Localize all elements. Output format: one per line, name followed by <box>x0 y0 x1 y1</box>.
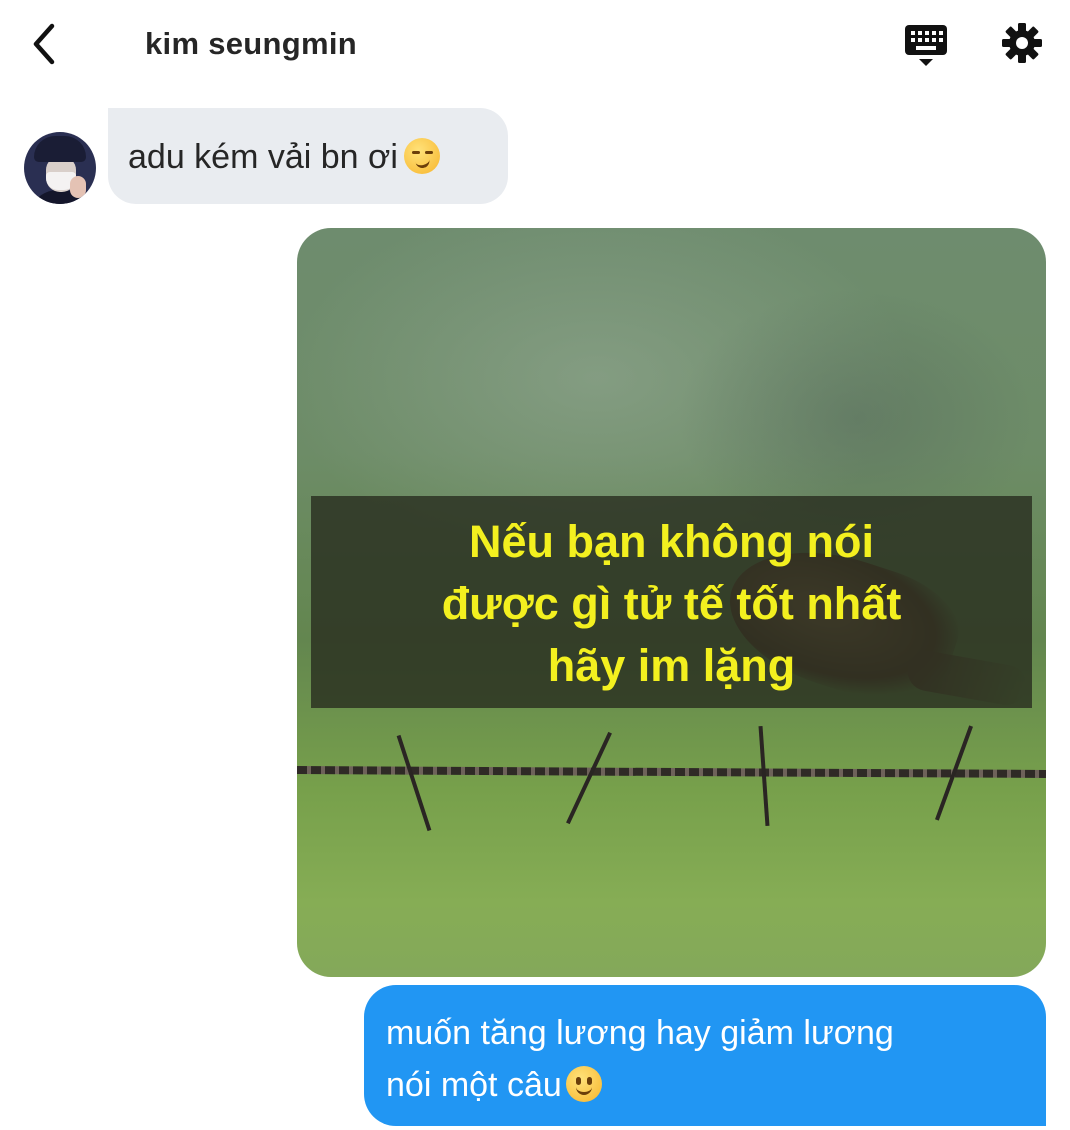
message-line: muốn tăng lương hay giảm lương <box>386 1014 894 1052</box>
chat-screen: kim seungmin adu kém vải bn ơi Nếu bạn k… <box>0 0 1070 1130</box>
caption-line: Nếu bạn không nói <box>469 516 874 567</box>
incoming-message[interactable]: adu kém vải bn ơi <box>108 108 508 204</box>
settings-button[interactable] <box>1000 21 1044 65</box>
chat-header: kim seungmin <box>0 0 1070 88</box>
image-message[interactable]: Nếu bạn không nói được gì tử tế tốt nhất… <box>297 228 1046 977</box>
back-button[interactable] <box>26 20 66 68</box>
chat-title: kim seungmin <box>145 26 358 61</box>
caption-line: hãy im lặng <box>547 640 796 691</box>
gear-icon <box>1002 23 1042 63</box>
smirking-face-emoji <box>403 138 440 174</box>
keyboard-icon <box>905 25 947 66</box>
message-line: nói một câu <box>386 1066 562 1104</box>
message-text: adu kém vải bn ơi <box>128 138 398 176</box>
caption-line: được gì tử tế tốt nhất <box>441 578 902 629</box>
image-caption: Nếu bạn không nói được gì tử tế tốt nhất… <box>311 511 1032 697</box>
outgoing-message[interactable]: muốn tăng lương hay giảm lương nói một c… <box>364 985 1046 1126</box>
keyboard-button[interactable] <box>903 22 949 68</box>
avatar[interactable] <box>24 132 96 204</box>
slightly-smiling-face-emoji <box>565 1066 602 1102</box>
chevron-left-icon <box>33 23 55 65</box>
